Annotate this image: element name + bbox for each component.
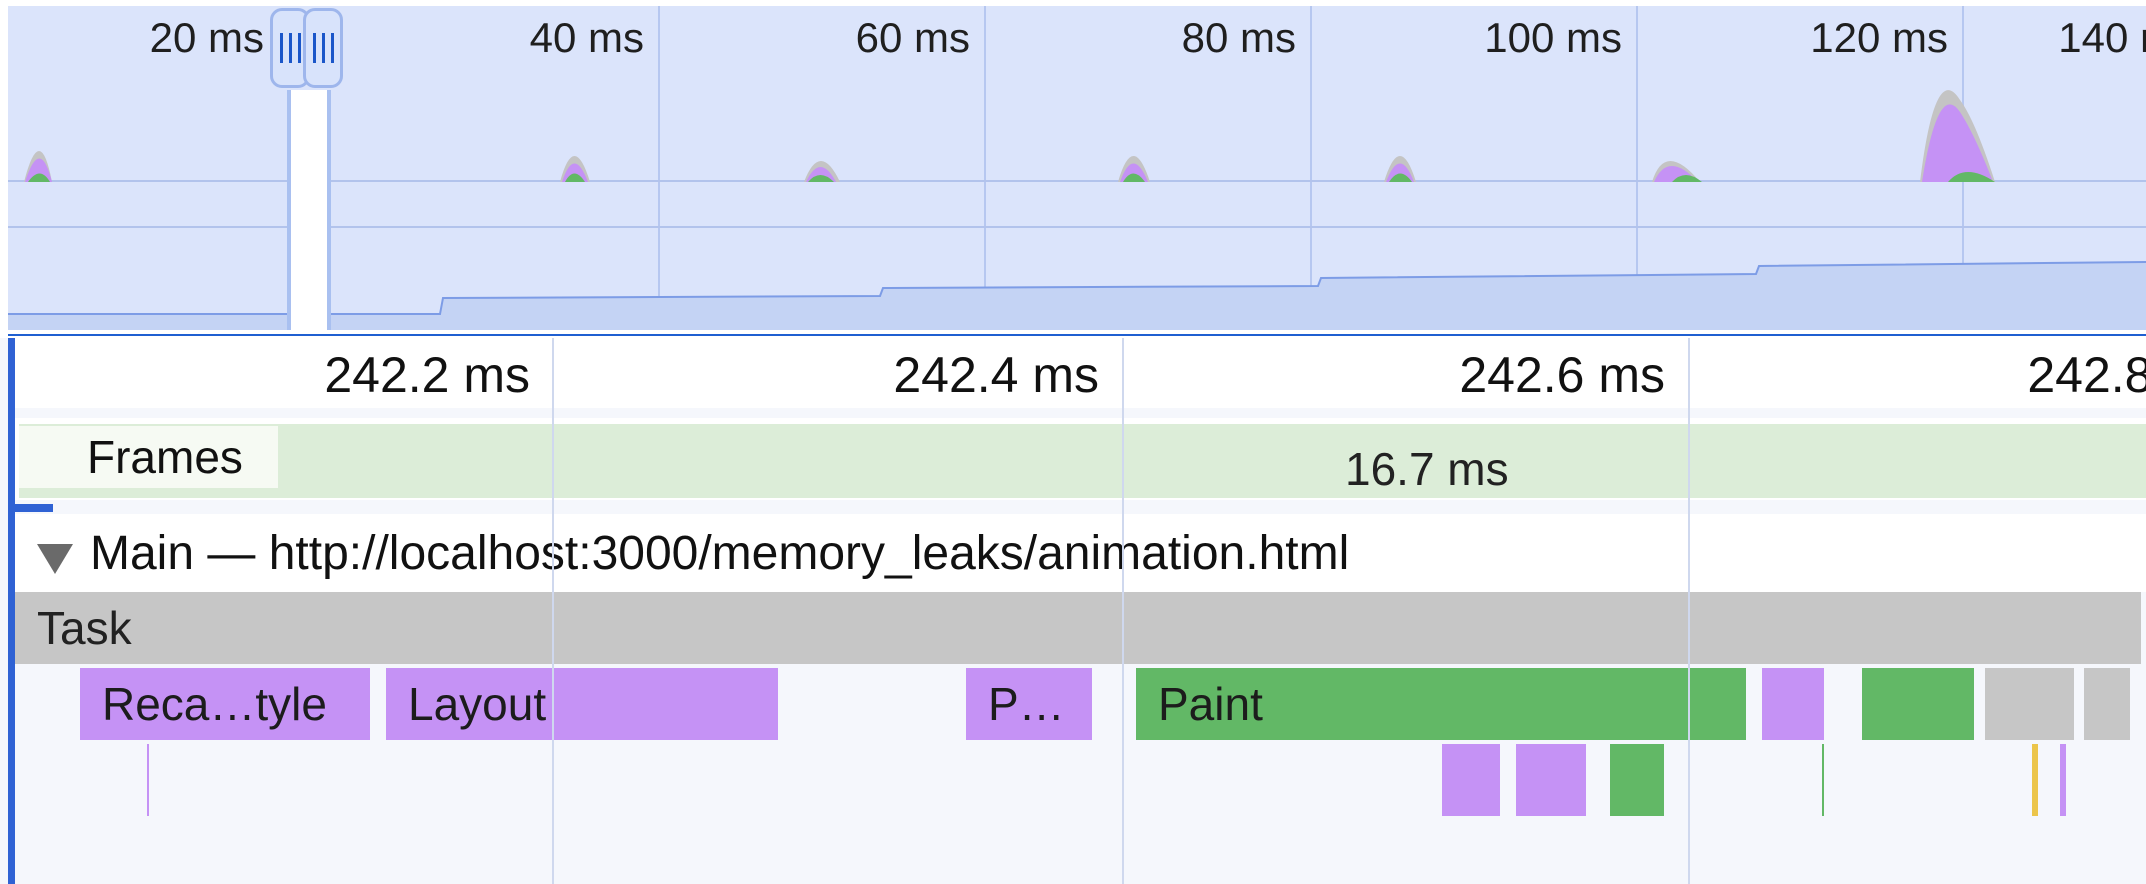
overview-tick: 60 ms <box>855 14 970 61</box>
selection-right-handle[interactable] <box>303 8 343 88</box>
activity-spike <box>24 151 52 182</box>
overview-tick: 20 ms <box>149 14 264 61</box>
ruler-tick: 242.2 ms <box>324 347 530 403</box>
overview-tick: 120 ms <box>1810 14 1948 61</box>
layout-event[interactable]: Layout <box>386 668 778 740</box>
frame-bar[interactable] <box>19 424 2146 498</box>
activity-spike <box>1384 156 1416 182</box>
selected-range-accent <box>8 338 15 884</box>
frames-track-label: Frames <box>19 426 278 488</box>
activity-spike <box>804 161 840 182</box>
time-gridline <box>1688 338 1690 884</box>
ruler-tick: 242.4 ms <box>893 347 1099 403</box>
scripting-event[interactable] <box>2032 744 2038 816</box>
rendering-event[interactable] <box>1442 744 1500 816</box>
selected-range-accent-tab <box>8 504 53 512</box>
main-thread-title: Main — http://localhost:3000/memory_leak… <box>90 527 1350 580</box>
overview-tick: 40 ms <box>529 14 644 61</box>
overview-tick: 140 ms <box>2058 14 2146 61</box>
rendering-event[interactable] <box>1516 744 1586 816</box>
flame-chart-panel[interactable]: 242.2 ms 242.4 ms 242.6 ms 242.8 ms Fram… <box>0 338 2146 884</box>
painting-event[interactable] <box>1862 668 1974 740</box>
task-event[interactable]: Task <box>15 592 2141 664</box>
ruler-tick: 242.6 ms <box>1459 347 1665 403</box>
activity-spike <box>1118 156 1150 182</box>
overview-tick: 100 ms <box>1484 14 1622 61</box>
timeline-overview[interactable]: 20 ms 40 ms 60 ms 80 ms 100 ms 120 ms 14… <box>0 0 2146 336</box>
rendering-event[interactable] <box>2060 744 2066 816</box>
time-gridline <box>552 338 554 884</box>
activity-spike <box>1920 90 1995 182</box>
activity-spike <box>1652 161 1702 182</box>
overview-bottom-border <box>8 334 2146 336</box>
painting-event[interactable] <box>1822 744 1824 816</box>
time-gridline <box>1122 338 1124 884</box>
paint-event[interactable]: Paint <box>1136 668 1746 740</box>
rendering-event[interactable] <box>147 744 149 816</box>
recalculate-style-event[interactable]: Reca…tyle <box>80 668 370 740</box>
overview-selection-window[interactable] <box>287 90 331 330</box>
activity-spike <box>560 156 590 182</box>
painting-event[interactable] <box>1610 744 1664 816</box>
main-thread-header[interactable]: Main — http://localhost:3000/memory_leak… <box>15 514 2146 592</box>
collapse-triangle-icon[interactable] <box>37 544 73 574</box>
ruler-tick: 242.8 ms <box>2027 347 2146 403</box>
frames-track[interactable]: Frames 16.7 ms <box>15 418 2146 500</box>
frame-duration: 16.7 ms <box>1345 443 1509 495</box>
other-event[interactable] <box>2002 668 2074 740</box>
time-ruler: 242.2 ms 242.4 ms 242.6 ms 242.8 ms <box>15 338 2146 408</box>
overview-tick: 80 ms <box>1181 14 1296 61</box>
pre-paint-event[interactable]: P… <box>966 668 1092 740</box>
other-event[interactable] <box>2084 668 2130 740</box>
rendering-event[interactable] <box>1762 668 1824 740</box>
